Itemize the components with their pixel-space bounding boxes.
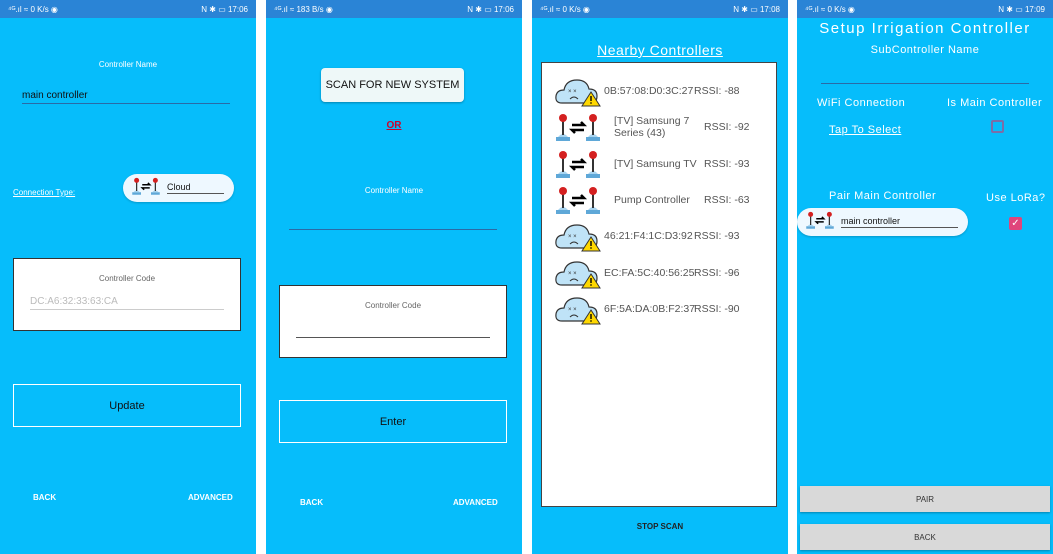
status-bar: ⁴ᴳ.ıl ≈ 0 K/s ◉ N ✱ ▭ 17:08 (532, 0, 788, 18)
setup-title: Setup Irrigation Controller (819, 20, 1031, 37)
use-lora-label: Use LoRa? (986, 192, 1046, 204)
controller-code-label: Controller Code (364, 301, 422, 310)
controller-code-box: Controller Code (279, 285, 507, 358)
device-list-item[interactable]: Pump Controller RSSI: -63 (554, 182, 769, 218)
pair-main-controller-dropdown[interactable]: main controller (797, 208, 968, 236)
status-right: N ✱ ▭ 17:06 (201, 4, 248, 14)
svg-text:× ×: × × (568, 271, 577, 277)
wifi-select-link[interactable]: Tap To Select (829, 124, 901, 136)
status-left: ⁴ᴳ.ıl ≈ 183 B/s ◉ (274, 4, 333, 14)
nearby-title: Nearby Controllers (597, 42, 723, 58)
wifi-connection-label: WiFi Connection (817, 97, 906, 109)
joystick-link-icon (554, 111, 602, 143)
controller-code-box: Controller Code DC:A6:32:33:63:CA (13, 258, 241, 331)
controller-name-label: Controller Name (364, 186, 424, 195)
is-main-controller-label: Is Main Controller (947, 97, 1043, 109)
status-left: ⁴ᴳ.ıl ≈ 0 K/s ◉ (8, 4, 58, 14)
device-list[interactable]: × × 0B:57:08:D0:3C:27 RSSI: -88 [TV] Samsun… (541, 62, 777, 507)
status-left: ⁴ᴳ.ıl ≈ 0 K/s ◉ (540, 4, 590, 14)
screen-edit-controller: ⁴ᴳ.ıl ≈ 0 K/s ◉ N ✱ ▭ 17:06 Controller Na… (0, 0, 256, 554)
device-list-item[interactable]: [TV] Samsung TV RSSI: -93 (554, 146, 769, 182)
screen-nearby-controllers: ⁴ᴳ.ıl ≈ 0 K/s ◉ N ✱ ▭ 17:08 Nearby Contro… (532, 0, 788, 554)
controller-name-label: Controller Name (98, 60, 158, 69)
status-right: N ✱ ▭ 17:09 (998, 4, 1045, 14)
enter-button[interactable]: Enter (279, 400, 507, 443)
cloud-error-icon: × × (554, 293, 602, 325)
device-name: Pump Controller (614, 193, 690, 206)
device-rssi: RSSI: -93 (694, 230, 740, 243)
device-rssi: RSSI: -92 (704, 121, 750, 134)
advanced-button[interactable]: ADVANCED (453, 498, 498, 507)
connection-type-value: Cloud (167, 182, 224, 194)
advanced-button[interactable]: ADVANCED (188, 493, 233, 502)
controller-code-input[interactable] (296, 324, 490, 338)
svg-text:× ×: × × (568, 307, 577, 313)
joystick-link-icon (554, 148, 602, 180)
status-left: ⁴ᴳ.ıl ≈ 0 K/s ◉ (805, 4, 855, 14)
joystick-link-icon (554, 184, 602, 216)
connection-type-link[interactable]: Connection Type: (13, 188, 75, 197)
cloud-error-icon: × × (554, 75, 602, 107)
device-name: EC:FA:5C:40:56:25 (604, 266, 695, 279)
device-name: 6F:5A:DA:0B:F2:37 (604, 302, 696, 315)
device-list-item[interactable]: × × 6F:5A:DA:0B:F2:37 RSSI: -90 (554, 291, 769, 327)
or-label: OR (386, 120, 402, 131)
status-bar: ⁴ᴳ.ıl ≈ 183 B/s ◉ N ✱ ▭ 17:06 (266, 0, 522, 18)
device-list-item[interactable]: × × 46:21:F4:1C:D3:92 RSSI: -93 (554, 218, 769, 254)
connection-type-dropdown[interactable]: Cloud (123, 174, 234, 202)
controller-code-input[interactable]: DC:A6:32:33:63:CA (30, 296, 224, 310)
device-rssi: RSSI: -63 (704, 193, 750, 206)
subcontroller-name-label: SubController Name (870, 44, 980, 56)
status-right: N ✱ ▭ 17:08 (733, 4, 780, 14)
screen-setup-irrigation: ⁴ᴳ.ıl ≈ 0 K/s ◉ N ✱ ▭ 17:09 Setup Irrigat… (797, 0, 1053, 554)
update-button[interactable]: Update (13, 384, 241, 427)
back-button[interactable]: BACK (300, 498, 323, 507)
cloud-error-icon: × × (554, 220, 602, 252)
status-bar: ⁴ᴳ.ıl ≈ 0 K/s ◉ N ✱ ▭ 17:06 (0, 0, 256, 18)
device-name: 46:21:F4:1C:D3:92 (604, 230, 693, 243)
device-rssi: RSSI: -90 (694, 302, 740, 315)
device-list-item[interactable]: × × 0B:57:08:D0:3C:27 RSSI: -88 (554, 73, 769, 109)
svg-text:× ×: × × (568, 234, 577, 240)
is-main-controller-checkbox[interactable] (991, 120, 1004, 133)
device-rssi: RSSI: -96 (694, 266, 740, 279)
joystick-link-icon (131, 176, 161, 201)
device-list-item[interactable]: [TV] Samsung 7 Series (43) RSSI: -92 (554, 109, 769, 145)
scan-new-system-button[interactable]: SCAN FOR NEW SYSTEM (321, 68, 464, 102)
pair-main-controller-value: main controller (841, 216, 958, 228)
back-button[interactable]: BACK (800, 524, 1050, 550)
device-rssi: RSSI: -88 (694, 85, 740, 97)
pair-button[interactable]: PAIR (800, 486, 1050, 512)
device-name: [TV] Samsung TV (614, 157, 697, 170)
pair-main-controller-label: Pair Main Controller (829, 190, 937, 202)
device-name: 0B:57:08:D0:3C:27 (604, 85, 694, 97)
back-button[interactable]: BACK (33, 493, 56, 502)
stop-scan-button[interactable]: STOP SCAN (532, 522, 788, 531)
device-rssi: RSSI: -93 (704, 157, 750, 170)
controller-name-input[interactable]: main controller (22, 90, 230, 104)
device-name: [TV] Samsung 7 Series (43) (614, 115, 690, 140)
cloud-error-icon: × × (554, 257, 602, 289)
status-bar: ⁴ᴳ.ıl ≈ 0 K/s ◉ N ✱ ▭ 17:09 (797, 0, 1053, 18)
status-right: N ✱ ▭ 17:06 (467, 4, 514, 14)
device-list-item[interactable]: × × EC:FA:5C:40:56:25 RSSI: -96 (554, 255, 769, 291)
joystick-link-icon (805, 210, 835, 235)
subcontroller-name-input[interactable] (821, 70, 1029, 84)
use-lora-checkbox[interactable]: ✓ (1009, 217, 1022, 230)
screen-add-controller: ⁴ᴳ.ıl ≈ 183 B/s ◉ N ✱ ▭ 17:06 SCAN FOR NE… (266, 0, 522, 554)
controller-name-input[interactable] (289, 216, 497, 230)
controller-code-label: Controller Code (98, 274, 156, 283)
svg-text:× ×: × × (568, 89, 577, 95)
